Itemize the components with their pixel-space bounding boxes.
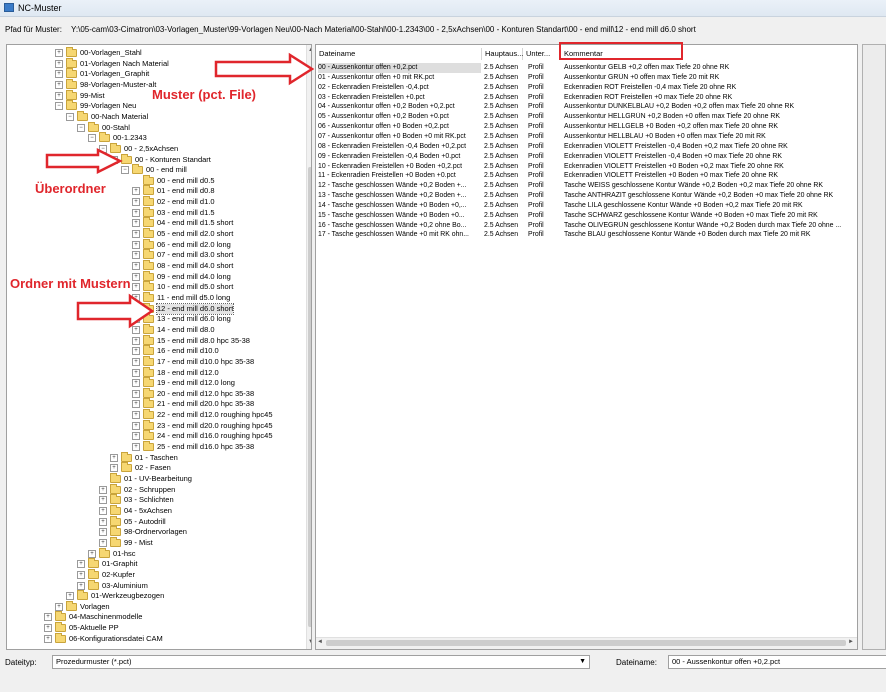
arrow-muster — [214, 52, 315, 86]
annotation-muster: Muster (pct. File) — [152, 87, 257, 102]
annotation-arrows — [45, 52, 315, 329]
arrow-ueberordner — [45, 147, 123, 175]
annotation-ueberordner: Überordner — [35, 181, 106, 196]
arrow-ordner — [76, 293, 155, 329]
annotation-ordner-mit-mustern: Ordner mit Mustern — [10, 276, 131, 291]
